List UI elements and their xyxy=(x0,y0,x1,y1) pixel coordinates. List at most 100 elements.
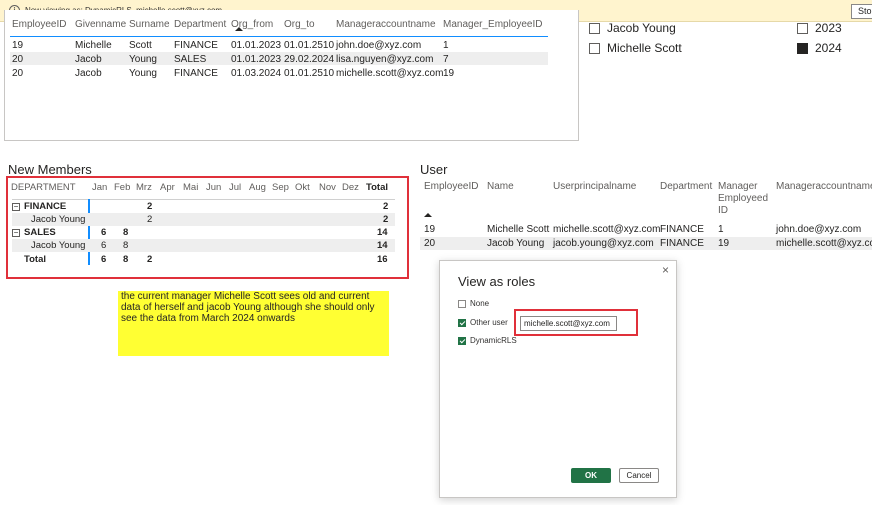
matrix-cell: 8 xyxy=(123,240,129,251)
table-cell: 20 xyxy=(424,238,436,249)
table-cell: 7 xyxy=(443,54,449,65)
close-icon[interactable]: × xyxy=(662,263,669,277)
new-members-title: New Members xyxy=(8,162,92,177)
table-cell: FINANCE xyxy=(174,40,218,51)
dialog-title: View as roles xyxy=(458,274,536,289)
matrix-column-header[interactable]: Jul xyxy=(229,182,241,193)
matrix-cell: 14 xyxy=(377,227,388,238)
matrix-cell: 2 xyxy=(383,201,389,212)
matrix-column-header[interactable]: Sep xyxy=(272,182,289,193)
table-cell: 01.01.2023 xyxy=(231,40,282,51)
table-cell: michelle.scott@xyz.com xyxy=(336,68,444,79)
matrix-cell: 16 xyxy=(377,254,388,265)
table-cell: 19 xyxy=(443,68,455,79)
matrix-column-header[interactable]: Nov xyxy=(319,182,336,193)
sort-ascending-icon[interactable] xyxy=(424,213,432,217)
column-header[interactable]: Name xyxy=(487,181,514,193)
column-header[interactable]: Org_to xyxy=(284,19,315,30)
new-members-matrix: DEPARTMENT Jan Feb Mrz Apr Mai Jun Jul A… xyxy=(6,176,409,279)
collapse-icon[interactable]: − xyxy=(12,229,20,237)
user-title: User xyxy=(420,162,448,177)
matrix-row-label: SALES xyxy=(24,227,56,238)
column-header[interactable]: Userprincipalname xyxy=(553,181,636,193)
note-textbox: the current manager Michelle Scott sees … xyxy=(118,291,389,356)
slicer-item-2023[interactable]: 2023 xyxy=(797,21,842,35)
role-option-none[interactable]: None xyxy=(458,299,489,308)
column-header[interactable]: Givenname xyxy=(75,19,126,30)
role-option-other-user[interactable]: Other user xyxy=(458,318,508,327)
matrix-cell: 2 xyxy=(383,214,389,225)
table-cell: Jacob Young xyxy=(487,238,545,249)
checkbox-icon[interactable] xyxy=(797,22,808,34)
column-header[interactable]: Manager_EmployeeID xyxy=(443,19,543,30)
stop-viewing-button[interactable]: Stop xyxy=(851,4,872,19)
table-cell: SALES xyxy=(174,54,207,65)
role-option-dynamicrls[interactable]: DynamicRLS xyxy=(458,336,517,345)
table-cell: FINANCE xyxy=(660,224,704,235)
table-cell: 20 xyxy=(12,54,24,65)
table-cell: 1 xyxy=(718,224,724,235)
matrix-row-label: FINANCE xyxy=(24,201,67,212)
matrix-column-header[interactable]: Apr xyxy=(160,182,175,193)
matrix-column-header[interactable]: DEPARTMENT xyxy=(11,182,76,193)
matrix-column-header[interactable]: Jun xyxy=(206,182,221,193)
table-cell: john.doe@xyz.com xyxy=(776,224,862,235)
matrix-cell: 6 xyxy=(101,254,107,265)
matrix-column-header[interactable]: Dez xyxy=(342,182,359,193)
role-option-label: Other user xyxy=(470,318,508,327)
matrix-column-header[interactable]: Total xyxy=(366,182,388,193)
cancel-button[interactable]: Cancel xyxy=(619,468,659,483)
table-header-divider xyxy=(10,36,548,37)
table-cell: 01.01.2023 xyxy=(231,54,282,65)
checkbox-checked-icon[interactable] xyxy=(458,336,466,345)
matrix-row-label: Total xyxy=(24,254,46,265)
matrix-column-header[interactable]: Feb xyxy=(114,182,130,193)
slicer-item-label: Jacob Young xyxy=(607,21,676,35)
matrix-column-header[interactable]: Jan xyxy=(92,182,107,193)
column-header[interactable]: Surname xyxy=(129,19,170,30)
other-user-input[interactable] xyxy=(520,316,617,331)
column-header[interactable]: Manager Employeed ID xyxy=(718,181,770,217)
table-cell: 01.03.2024 xyxy=(231,68,282,79)
matrix-header-divider xyxy=(12,199,395,200)
matrix-cell: 8 xyxy=(123,227,129,238)
checkbox-checked-icon[interactable] xyxy=(797,42,808,54)
ok-button[interactable]: OK xyxy=(571,468,611,483)
matrix-column-header[interactable]: Okt xyxy=(295,182,310,193)
slicer-item-2024[interactable]: 2024 xyxy=(797,41,842,55)
table-cell: michelle.scott@xyz.com xyxy=(776,238,872,249)
matrix-cell: 2 xyxy=(147,201,153,212)
matrix-cell: 8 xyxy=(123,254,129,265)
checkbox-icon[interactable] xyxy=(458,299,466,308)
column-header[interactable]: Org_from xyxy=(231,19,273,30)
column-header[interactable]: EmployeeID xyxy=(424,181,478,193)
slicer-item-jacob-young[interactable]: Jacob Young xyxy=(589,21,676,35)
table-cell: Jacob xyxy=(75,54,102,65)
matrix-cell: 2 xyxy=(147,214,153,225)
slicer-item-michelle-scott[interactable]: Michelle Scott xyxy=(589,41,682,55)
matrix-column-header[interactable]: Mrz xyxy=(136,182,152,193)
slicer-item-label: 2023 xyxy=(815,21,842,35)
table-cell: 20 xyxy=(12,68,24,79)
table-cell: 19 xyxy=(718,238,730,249)
collapse-icon[interactable]: − xyxy=(12,203,20,211)
checkbox-icon[interactable] xyxy=(589,42,600,54)
table-cell: Young xyxy=(129,68,157,79)
column-header[interactable]: EmployeeID xyxy=(12,19,66,30)
checkbox-checked-icon[interactable] xyxy=(458,318,466,327)
column-header[interactable]: Manageraccountname xyxy=(336,19,436,30)
role-option-label: DynamicRLS xyxy=(470,336,517,345)
column-header[interactable]: Department xyxy=(660,181,712,193)
matrix-column-header[interactable]: Mai xyxy=(183,182,198,193)
matrix-row-label: Jacob Young xyxy=(31,214,86,225)
column-header[interactable]: Department xyxy=(174,19,226,30)
table-cell: FINANCE xyxy=(660,238,704,249)
table-cell: 19 xyxy=(424,224,436,235)
table-cell: Jacob xyxy=(75,68,102,79)
matrix-column-header[interactable]: Aug xyxy=(249,182,266,193)
column-header[interactable]: Manageraccountname xyxy=(776,181,872,193)
table-cell: Michelle xyxy=(75,40,112,51)
slicer-item-label: Michelle Scott xyxy=(607,41,682,55)
checkbox-icon[interactable] xyxy=(589,22,600,34)
role-option-label: None xyxy=(470,299,490,308)
